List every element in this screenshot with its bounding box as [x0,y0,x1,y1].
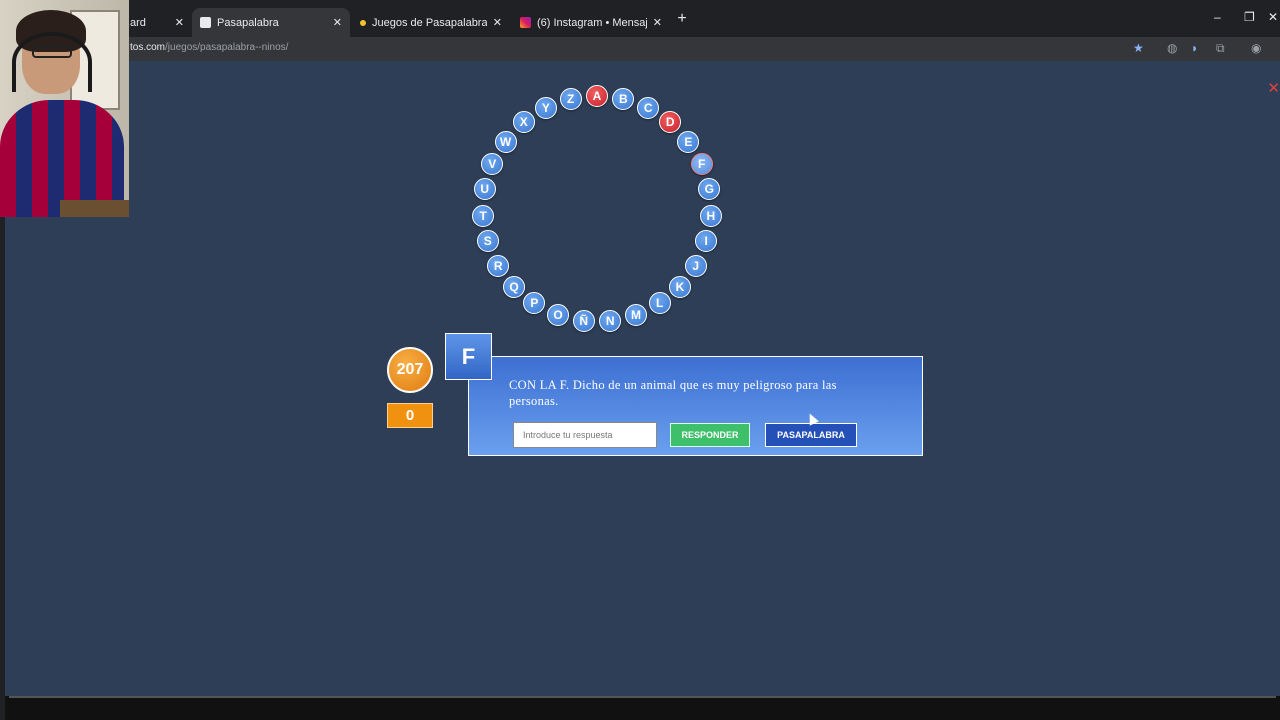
tab-title: ard [130,16,146,29]
webcam-desk [60,200,129,217]
letter-t: T [472,204,495,227]
letter-m: M [624,304,647,327]
answer-input[interactable] [513,422,657,448]
letter-c: C [637,97,660,120]
timer-counter: 207 [387,347,433,393]
tab-dashboard[interactable]: ard ✕ [122,8,192,37]
letter-z: Z [559,88,582,111]
letter-y: Y [534,97,557,120]
letter-a: A [586,85,608,107]
tab-strip: ard ✕ Pasapalabra ✕ Juegos de Pasapalabr… [0,0,1280,37]
letter-s: S [476,230,499,253]
letter-l: L [648,292,671,315]
current-letter-badge: F [445,333,492,380]
responder-button[interactable]: RESPONDER [670,423,750,447]
restore-button[interactable]: ❐ [1244,10,1255,24]
audio-icon[interactable]: ◗ [1191,41,1198,55]
address-bar[interactable]: tos.com/juegos/pasapalabra--ninos/ [130,42,288,53]
question-panel: CON LA F. Dicho de un animal que es muy … [468,356,923,456]
letter-r: R [487,254,510,277]
letter-w: W [494,130,517,153]
tab-instagram[interactable]: (6) Instagram • Mensajes ✕ [512,8,670,37]
tab-title: Pasapalabra [217,16,279,29]
url-domain: tos.com [130,42,166,53]
game-page: ✕ ABCDEFGHIJKLMNÑOPQRSTUVWXYZ 207 0 F CO… [5,61,1280,696]
minimize-button[interactable]: – [1214,10,1221,24]
puzzle-icon[interactable]: ⧉ [1216,41,1225,56]
tab-close-icon[interactable]: ✕ [175,16,184,29]
url-path: /juegos/pasapalabra--ninos/ [165,42,289,53]
glasses-icon [32,46,72,58]
tab-juegos[interactable]: Juegos de Pasapalabra – COKIT ✕ [352,8,510,37]
headset-icon [12,32,92,92]
bottom-bar [5,696,1280,720]
extension-icon[interactable]: ◍ [1167,41,1177,55]
correct-counter: 0 [387,403,433,428]
pasapalabra-button[interactable]: PASAPALABRA [765,423,857,447]
instagram-icon [520,17,531,28]
letter-u: U [473,178,496,201]
letter-ñ: Ñ [572,310,595,333]
letter-e: E [677,130,700,153]
letter-k: K [668,275,691,298]
letter-i: I [695,230,718,253]
letter-b: B [612,88,635,111]
new-tab-button[interactable]: + [674,10,690,28]
letter-o: O [547,304,569,327]
letter-v: V [481,153,504,176]
letter-g: G [698,178,721,201]
bookmark-star-icon[interactable]: ★ [1133,41,1144,55]
letter-x: X [512,111,535,134]
window-close-button[interactable]: ✕ [1268,10,1278,24]
tab-pasapalabra[interactable]: Pasapalabra ✕ [192,8,350,37]
screen: ard ✕ Pasapalabra ✕ Juegos de Pasapalabr… [0,0,1280,720]
tab-title: Juegos de Pasapalabra – COKIT [372,16,487,29]
letter-h: H [699,204,722,227]
dot-icon [360,19,366,26]
tab-close-icon[interactable]: ✕ [333,16,342,29]
tab-close-icon[interactable]: ✕ [653,16,662,29]
letter-q: Q [503,275,526,298]
page-icon [200,17,211,28]
tab-title: (6) Instagram • Mensajes [537,16,647,29]
letter-d: D [659,111,682,134]
letter-f: F [690,153,713,176]
letter-n: N [599,310,622,333]
profile-icon[interactable]: ◉ [1251,41,1261,55]
scrollbar[interactable] [9,696,1276,698]
letter-p: P [523,292,546,315]
letter-j: J [684,254,707,277]
address-toolbar: tos.com/juegos/pasapalabra--ninos/ ★ ◍ ◗… [0,37,1280,61]
question-text: CON LA F. Dicho de un animal que es muy … [509,378,837,408]
tab-close-icon[interactable]: ✕ [493,16,502,29]
webcam-overlay [0,0,129,217]
